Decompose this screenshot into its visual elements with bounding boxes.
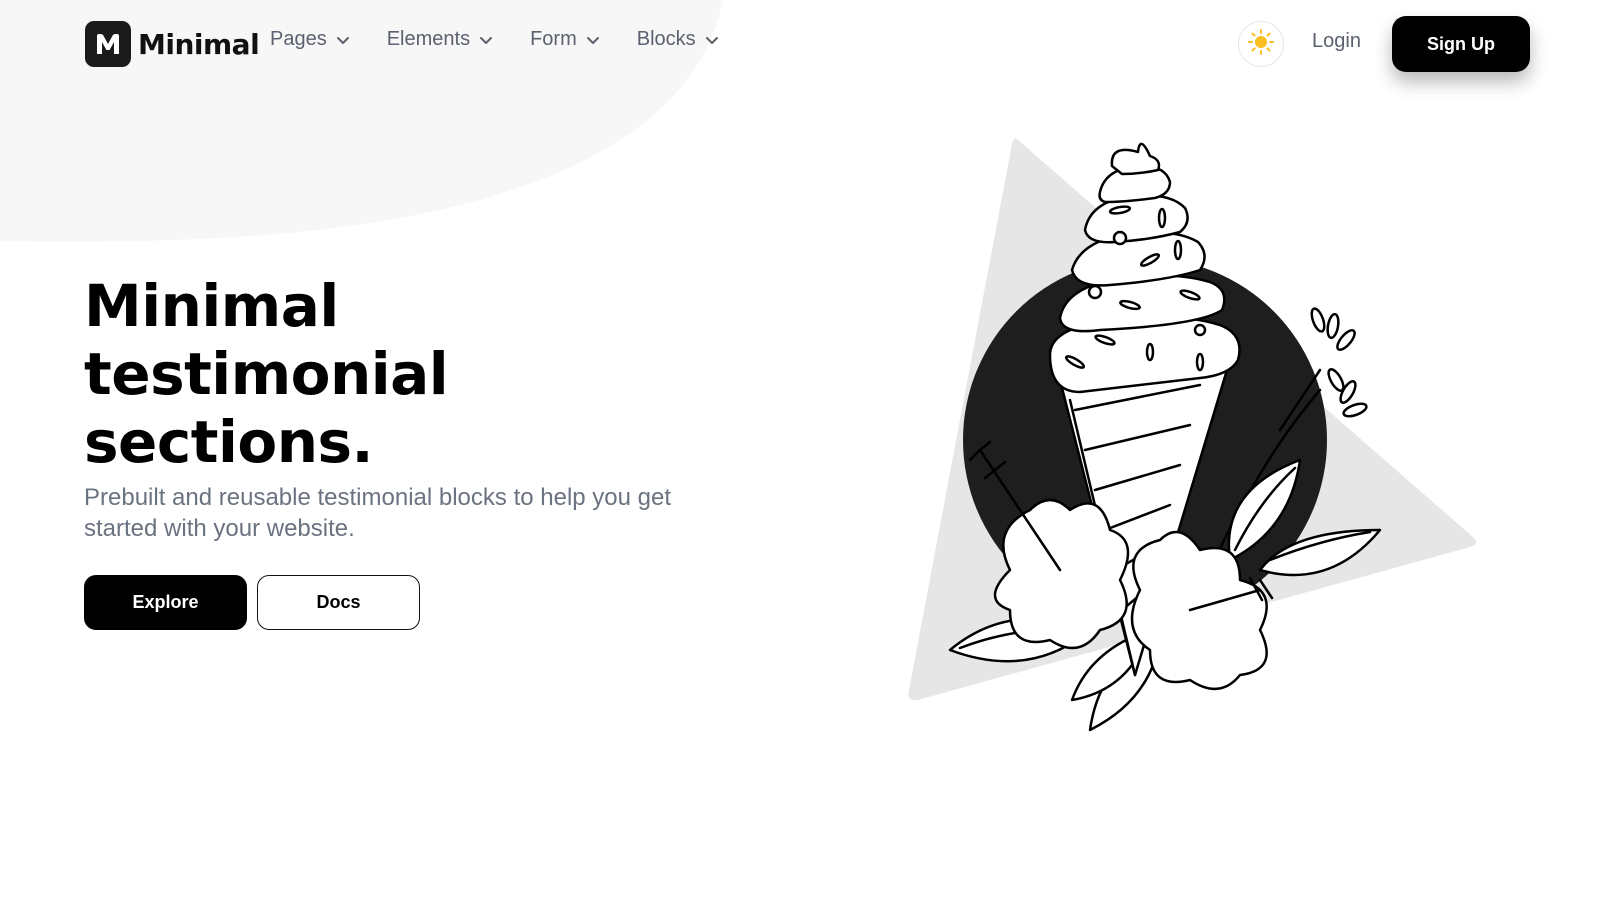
nav-pages[interactable]: Pages	[270, 28, 351, 51]
hero-title-line: testimonial	[84, 340, 449, 408]
hero-title-line: Minimal	[84, 272, 339, 340]
nav-blocks[interactable]: Blocks	[637, 28, 720, 51]
logo-link[interactable]: Minimal	[85, 21, 260, 67]
nav-elements-label: Elements	[386, 28, 471, 50]
logo-text: Minimal	[138, 27, 260, 61]
logo-icon	[85, 21, 131, 67]
main-nav: Pages Elements Form Blocks	[270, 28, 756, 51]
hero-title-line: sections.	[84, 408, 374, 476]
nav-blocks-label: Blocks	[636, 28, 696, 50]
signup-button[interactable]: Sign Up	[1392, 16, 1530, 72]
nav-pages-label: Pages	[270, 28, 327, 50]
nav-form-label: Form	[530, 28, 577, 50]
hero-section: Minimal testimonial sections. Prebuilt a…	[84, 272, 724, 544]
hero-subtitle: Prebuilt and reusable testimonial blocks…	[84, 484, 672, 542]
chevron-down-icon	[335, 32, 351, 48]
hero-actions: Explore Docs	[84, 575, 420, 630]
chevron-down-icon	[585, 32, 601, 48]
sun-icon	[1247, 28, 1275, 61]
top-navbar: Minimal Pages Elements Form Blocks Login…	[0, 0, 1607, 88]
login-link[interactable]: Login	[1312, 30, 1361, 53]
nav-elements[interactable]: Elements	[387, 28, 494, 51]
nav-form[interactable]: Form	[530, 28, 601, 51]
chevron-down-icon	[704, 32, 720, 48]
explore-button[interactable]: Explore	[84, 575, 247, 630]
hero-title: Minimal testimonial sections.	[84, 272, 724, 476]
chevron-down-icon	[478, 32, 494, 48]
docs-button[interactable]: Docs	[257, 575, 420, 630]
theme-toggle-button[interactable]	[1238, 21, 1284, 67]
ice-cream-illustration	[908, 138, 1477, 732]
